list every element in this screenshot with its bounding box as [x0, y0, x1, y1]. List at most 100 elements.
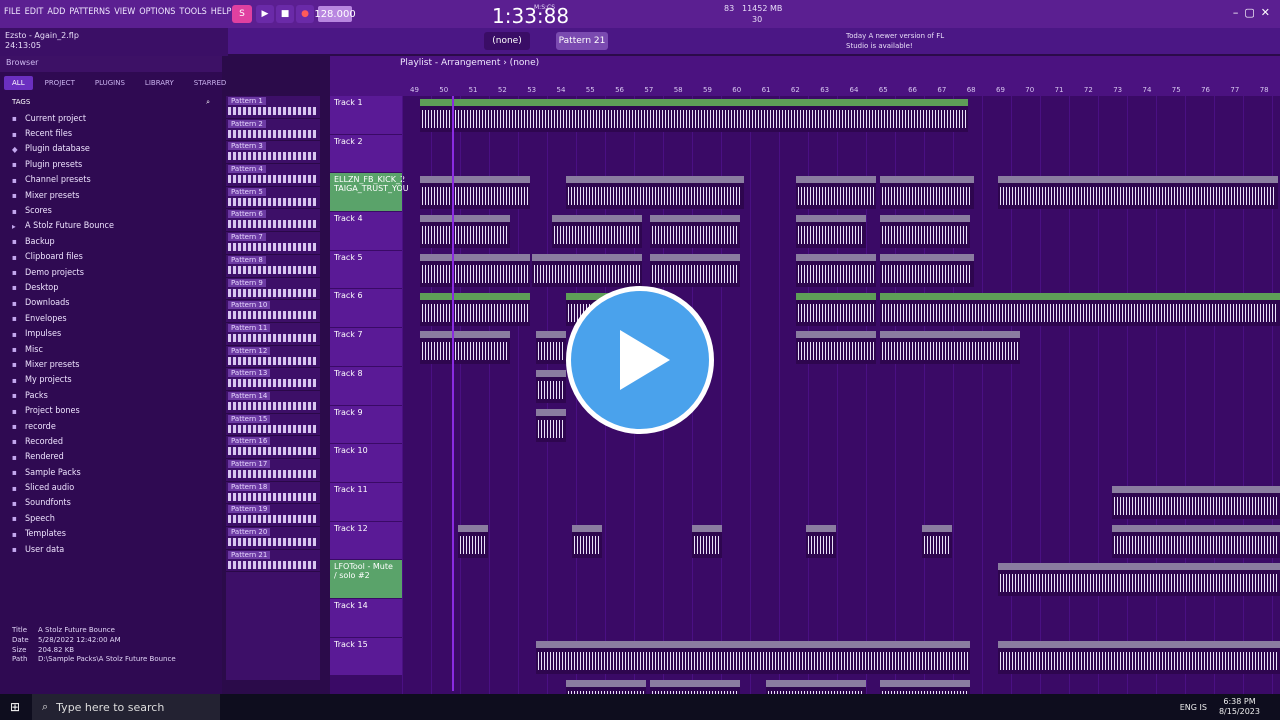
timeline-ruler[interactable]: 49 50 51 52 53 54 55 56 57 58 59 60 61 62 63 64 65 66 67 68…	[402, 84, 1280, 96]
browser-item[interactable]: ▪ Scores	[12, 203, 222, 218]
browser-item[interactable]: ▪ My projects	[12, 373, 222, 388]
playlist-clip[interactable]	[922, 524, 952, 558]
browser-item[interactable]: ▪ Mixer presets	[12, 188, 222, 203]
clock[interactable]: 6:38 PM 8/15/2023	[1219, 697, 1260, 717]
pattern-item[interactable]: Pattern 9	[226, 278, 320, 301]
browser-item[interactable]: ▪ Backup	[12, 234, 222, 249]
track-header[interactable]: Track 14	[330, 598, 402, 638]
pattern-item[interactable]: Pattern 7	[226, 232, 320, 255]
menu-patterns[interactable]: PATTERNS	[69, 7, 110, 17]
playlist-clip[interactable]	[998, 563, 1280, 597]
pattern-item[interactable]: Pattern 5	[226, 187, 320, 210]
browser-item[interactable]: ▸ A Stolz Future Bounce	[12, 219, 222, 234]
track-header[interactable]: Track 1	[330, 96, 402, 135]
tab-all[interactable]: ALL	[4, 76, 33, 90]
browser-item[interactable]: ▪ Project bones	[12, 403, 222, 418]
maximize-icon[interactable]: ▢	[1244, 6, 1254, 19]
pattern-item[interactable]: Pattern 18	[226, 482, 320, 505]
playlist-clip[interactable]	[552, 215, 642, 249]
playlist-clip[interactable]	[420, 292, 530, 326]
browser-item[interactable]: ▪ Channel presets	[12, 173, 222, 188]
playlist-clip[interactable]	[536, 369, 566, 403]
browser-item[interactable]: ▪ Sliced audio	[12, 480, 222, 495]
playlist-clip[interactable]	[420, 253, 530, 287]
playlist-clip[interactable]	[572, 524, 602, 558]
playlist-clip[interactable]	[536, 331, 566, 365]
browser-item[interactable]: ▪ Impulses	[12, 326, 222, 341]
playlist-clip[interactable]	[420, 99, 968, 132]
windows-start-icon[interactable]: ⊞	[10, 700, 20, 714]
playlist-clip[interactable]	[420, 331, 510, 365]
track-header[interactable]: Track 8	[330, 366, 402, 406]
playlist-clip[interactable]	[420, 176, 530, 210]
pattern-item[interactable]: Pattern 12	[226, 346, 320, 369]
playlist-clip[interactable]	[650, 215, 740, 249]
browser-item[interactable]: ▪ Mixer presets	[12, 357, 222, 372]
playlist-clip[interactable]	[650, 253, 740, 287]
track-header[interactable]: Track 10	[330, 444, 402, 483]
playlist-clip[interactable]	[536, 640, 970, 674]
menu-help[interactable]: HELP	[211, 7, 232, 17]
browser-item[interactable]: ▪ Downloads	[12, 296, 222, 311]
browser-item[interactable]: ▪ Misc	[12, 342, 222, 357]
browser-item[interactable]: ▪ Desktop	[12, 280, 222, 295]
playlist-clip[interactable]	[880, 215, 970, 249]
playlist-clip[interactable]	[650, 176, 744, 210]
menu-file[interactable]: FILE	[4, 7, 21, 17]
playlist-clip[interactable]	[880, 176, 974, 210]
track-header[interactable]: Track 6	[330, 289, 402, 329]
news-text[interactable]: Today A newer version of FL Studio is av…	[846, 31, 956, 51]
video-play-button[interactable]	[566, 286, 714, 434]
search-icon[interactable]: ⌕	[206, 98, 210, 107]
playlist-clip[interactable]	[880, 253, 974, 287]
record-button[interactable]: ●	[296, 5, 314, 23]
playlist-clip[interactable]	[998, 176, 1278, 210]
pattern-item[interactable]: Pattern 1	[226, 96, 320, 119]
tab-project[interactable]: PROJECT	[37, 76, 83, 90]
track-header[interactable]: ELLZN_FB_KICK_2 TAIGA_TRUST_YOU	[330, 173, 409, 213]
pattern-item[interactable]: Pattern 14	[226, 391, 320, 414]
pattern-item[interactable]: Pattern 11	[226, 323, 320, 346]
none-selector[interactable]: (none)	[484, 32, 530, 50]
browser-item[interactable]: ▪ Packs	[12, 388, 222, 403]
pattern-item[interactable]: Pattern 17	[226, 459, 320, 482]
playlist-clip[interactable]	[796, 176, 876, 210]
tab-library[interactable]: LIBRARY	[137, 76, 182, 90]
browser-item[interactable]: ▪ Speech	[12, 511, 222, 526]
track-header[interactable]: Track 5	[330, 250, 402, 290]
pattern-item[interactable]: Pattern 8	[226, 255, 320, 278]
pattern-item[interactable]: Pattern 20	[226, 527, 320, 550]
pattern-item[interactable]: Pattern 15	[226, 414, 320, 437]
tab-plugins[interactable]: PLUGINS	[87, 76, 133, 90]
track-header[interactable]: Track 4	[330, 212, 402, 251]
playlist-clip[interactable]	[1112, 486, 1280, 519]
playlist-clip[interactable]	[880, 292, 1280, 326]
song-mode-button[interactable]: S	[232, 5, 252, 23]
pattern-item[interactable]: Pattern 10	[226, 300, 320, 323]
menu-edit[interactable]: EDIT	[25, 7, 44, 17]
playlist-clip[interactable]	[1112, 524, 1280, 558]
pattern-item[interactable]: Pattern 4	[226, 164, 320, 187]
playhead[interactable]	[452, 96, 454, 691]
playlist-clip[interactable]	[998, 640, 1280, 674]
track-header[interactable]: Track 12	[330, 521, 402, 561]
browser-item[interactable]: ▪ Current project	[12, 111, 222, 126]
playlist-clip[interactable]	[796, 292, 876, 326]
playlist-clip[interactable]	[420, 215, 510, 249]
browser-item[interactable]: ▪ Demo projects	[12, 265, 222, 280]
playlist-clip[interactable]	[566, 176, 656, 210]
browser-item[interactable]: ▪ recorde	[12, 419, 222, 434]
track-header[interactable]: Track 11	[330, 482, 402, 522]
track-header[interactable]: Track 9	[330, 405, 402, 445]
language-indicator[interactable]: ENG IS	[1180, 703, 1207, 712]
browser-item[interactable]: ▪ Plugin presets	[12, 157, 222, 172]
pattern-item[interactable]: Pattern 6	[226, 209, 320, 233]
browser-item[interactable]: ▪ Rendered	[12, 450, 222, 465]
taskbar-search[interactable]: ⌕ Type here to search	[32, 694, 220, 720]
minimize-icon[interactable]: –	[1233, 6, 1239, 19]
playlist-clip[interactable]	[796, 253, 876, 287]
playlist-clip[interactable]	[532, 253, 642, 287]
browser-item[interactable]: ◆ Plugin database	[12, 142, 222, 157]
pattern-item[interactable]: Pattern 3	[226, 141, 320, 165]
track-header[interactable]: Track 15	[330, 637, 402, 677]
